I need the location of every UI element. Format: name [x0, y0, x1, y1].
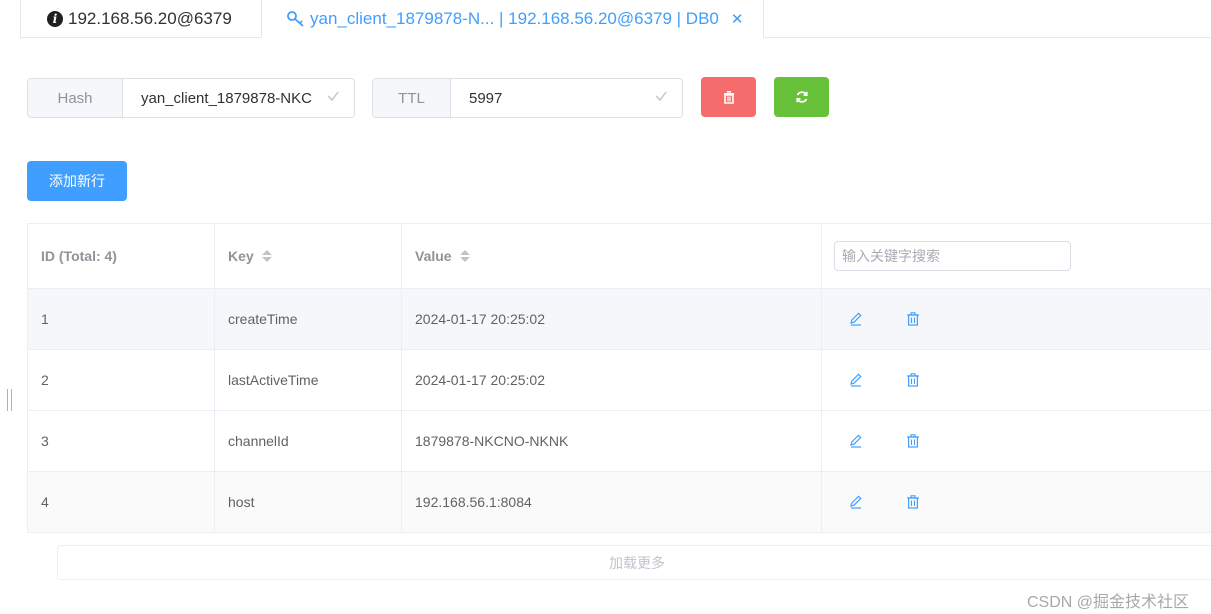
check-icon[interactable] [326, 89, 340, 103]
row-actions [822, 411, 1211, 471]
column-header-label: Value [415, 248, 452, 264]
trash-icon[interactable] [905, 311, 921, 327]
column-header-value[interactable]: Value [402, 224, 822, 288]
close-icon[interactable]: ✕ [731, 10, 744, 28]
row-value: 1879878-NKCNO-NKNK [402, 411, 822, 471]
row-key: channelId [215, 411, 402, 471]
column-header-label: ID (Total: 4) [41, 248, 117, 264]
key-name-input-group: Hash yan_client_1879878-NKC [27, 78, 355, 118]
add-row-button[interactable]: 添加新行 [27, 161, 127, 201]
hash-table: ID (Total: 4) Key Value 1 createTime 202… [27, 223, 1211, 533]
row-id: 1 [28, 289, 215, 349]
tab-bar: i 192.168.56.20@6379 yan_client_1879878-… [0, 0, 1211, 38]
key-icon [287, 10, 304, 27]
row-key: host [215, 472, 402, 532]
tab-label: yan_client_1879878-N... | 192.168.56.20@… [310, 8, 719, 28]
trash-icon [723, 91, 734, 104]
divider [764, 37, 1211, 38]
row-value: 2024-01-17 20:25:02 [402, 289, 822, 349]
row-value: 2024-01-17 20:25:02 [402, 350, 822, 410]
row-id: 2 [28, 350, 215, 410]
refresh-button[interactable] [774, 77, 829, 117]
column-header-label: Key [228, 248, 254, 264]
ttl-input[interactable]: 5997 [451, 79, 682, 117]
info-icon: i [47, 10, 63, 27]
sort-icon[interactable] [459, 250, 470, 262]
refresh-icon [795, 91, 808, 103]
edit-icon[interactable] [848, 494, 864, 510]
key-name-input[interactable]: yan_client_1879878-NKC [123, 79, 354, 117]
trash-icon[interactable] [905, 372, 921, 388]
row-value: 192.168.56.1:8084 [402, 472, 822, 532]
tab-connection[interactable]: i 192.168.56.20@6379 [20, 0, 261, 38]
column-header-id: ID (Total: 4) [28, 224, 215, 288]
ttl-value: 5997 [469, 89, 503, 107]
key-type-label: Hash [28, 79, 123, 117]
tab-key[interactable]: yan_client_1879878-N... | 192.168.56.20@… [261, 0, 764, 38]
table-row[interactable]: 4 host 192.168.56.1:8084 [28, 472, 1211, 533]
row-actions [822, 289, 1211, 349]
table-row[interactable]: 1 createTime 2024-01-17 20:25:02 [28, 289, 1211, 350]
key-name-value: yan_client_1879878-NKC [141, 89, 312, 107]
table-row[interactable]: 3 channelId 1879878-NKCNO-NKNK [28, 411, 1211, 472]
row-key: lastActiveTime [215, 350, 402, 410]
row-id: 4 [28, 472, 215, 532]
load-more-button[interactable]: 加载更多 [57, 545, 1211, 580]
sort-icon[interactable] [261, 250, 272, 262]
tab-label: 192.168.56.20@6379 [68, 8, 232, 28]
row-actions [822, 472, 1211, 532]
trash-icon[interactable] [905, 433, 921, 449]
ttl-label: TTL [373, 79, 451, 117]
row-key: createTime [215, 289, 402, 349]
edit-icon[interactable] [848, 372, 864, 388]
edit-icon[interactable] [848, 433, 864, 449]
row-id: 3 [28, 411, 215, 471]
edit-icon[interactable] [848, 311, 864, 327]
column-header-search [822, 224, 1211, 288]
table-row[interactable]: 2 lastActiveTime 2024-01-17 20:25:02 [28, 350, 1211, 411]
trash-icon[interactable] [905, 494, 921, 510]
delete-key-button[interactable] [701, 77, 756, 117]
resize-handle[interactable] [7, 389, 12, 411]
check-icon[interactable] [654, 89, 668, 103]
column-header-key[interactable]: Key [215, 224, 402, 288]
row-actions [822, 350, 1211, 410]
watermark: CSDN @掘金技术社区 [1027, 594, 1190, 611]
ttl-input-group: TTL 5997 [372, 78, 683, 118]
search-input[interactable] [834, 241, 1071, 271]
table-header: ID (Total: 4) Key Value [28, 224, 1211, 289]
